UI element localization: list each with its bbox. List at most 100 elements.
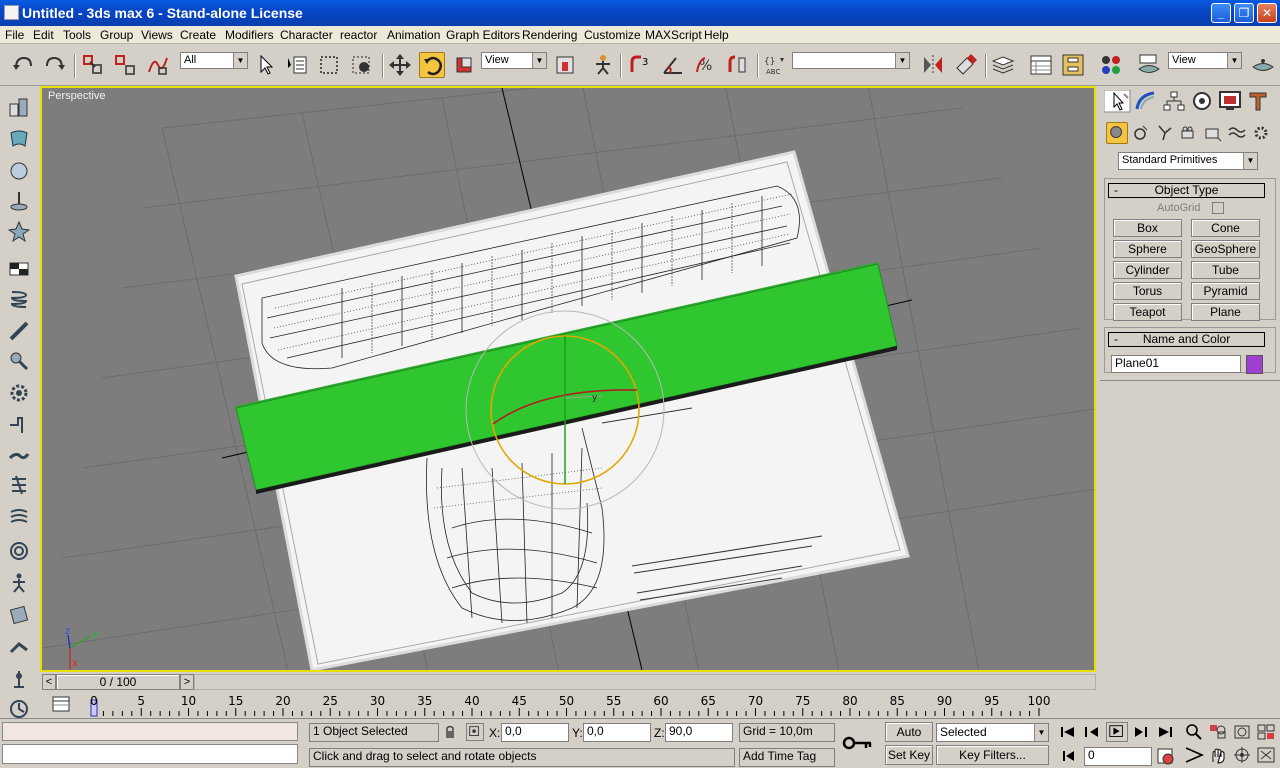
- selection-filter-dropdown[interactable]: All ▼: [180, 52, 248, 69]
- select-object-icon[interactable]: [253, 52, 279, 78]
- object-color-swatch[interactable]: [1246, 355, 1263, 374]
- curve-editor-icon[interactable]: [1028, 52, 1054, 78]
- pivot-icon[interactable]: [552, 52, 578, 78]
- absolute-mode-icon[interactable]: [466, 723, 484, 741]
- rope-collection-icon[interactable]: [8, 190, 30, 212]
- menu-animation[interactable]: Animation: [387, 28, 440, 42]
- select-link-icon[interactable]: [80, 52, 106, 78]
- ragdoll-icon[interactable]: [8, 540, 30, 562]
- spring-icon[interactable]: [8, 288, 30, 310]
- pan-icon[interactable]: [1208, 746, 1228, 764]
- object-type-header[interactable]: - Object Type: [1108, 183, 1265, 198]
- menu-create[interactable]: Create: [180, 28, 216, 42]
- menu-help[interactable]: Help: [704, 28, 729, 42]
- zoom-extents-icon[interactable]: [1232, 723, 1252, 741]
- window-crossing-icon[interactable]: [349, 52, 375, 78]
- play-icon[interactable]: [1106, 722, 1128, 742]
- redo-icon[interactable]: [42, 52, 68, 78]
- hinge-icon[interactable]: [8, 572, 30, 594]
- snap-3d-icon[interactable]: 3: [627, 52, 653, 78]
- layer-manager-icon[interactable]: [990, 52, 1016, 78]
- maximize-viewport-icon[interactable]: [1256, 746, 1276, 764]
- plane-icon[interactable]: [8, 258, 30, 280]
- time-slider-track[interactable]: [194, 674, 1096, 690]
- maxscript-listener-pink[interactable]: [2, 722, 298, 741]
- menu-customize[interactable]: Customize: [584, 28, 641, 42]
- next-frame-icon[interactable]: [1131, 724, 1151, 740]
- menu-file[interactable]: File: [5, 28, 24, 42]
- unlink-icon[interactable]: [112, 52, 138, 78]
- key-mode-dropdown[interactable]: Selected ▼: [936, 723, 1049, 742]
- helpers-category-icon[interactable]: [1203, 123, 1223, 143]
- lock-icon[interactable]: [443, 724, 457, 740]
- menu-group[interactable]: Group: [100, 28, 133, 42]
- current-frame-field[interactable]: 0: [1084, 747, 1152, 766]
- water-icon[interactable]: [8, 444, 30, 466]
- torus-button[interactable]: Torus: [1113, 282, 1182, 300]
- move-icon[interactable]: [387, 52, 413, 78]
- sphere-button[interactable]: Sphere: [1113, 240, 1182, 258]
- y-coord-field[interactable]: 0,0: [583, 723, 651, 742]
- previous-frame-icon[interactable]: [1082, 724, 1102, 740]
- time-slider-thumb[interactable]: 0 / 100: [56, 674, 180, 690]
- set-key-icon[interactable]: [842, 731, 874, 755]
- soft-body-collection-icon[interactable]: [8, 160, 30, 182]
- material-editor-icon[interactable]: [1098, 52, 1124, 78]
- bind-space-warp-icon[interactable]: [145, 52, 171, 78]
- point-to-point-icon[interactable]: [8, 604, 30, 626]
- geosphere-button[interactable]: GeoSphere: [1191, 240, 1260, 258]
- align-icon[interactable]: [953, 52, 979, 78]
- go-to-end-icon[interactable]: [1155, 724, 1175, 740]
- time-slider-next[interactable]: >: [180, 674, 194, 690]
- plane-button[interactable]: Plane: [1191, 303, 1260, 321]
- undo-icon[interactable]: [10, 52, 36, 78]
- category-dropdown[interactable]: Standard Primitives ▼: [1118, 152, 1258, 170]
- go-to-start-icon[interactable]: [1058, 724, 1078, 740]
- render-scene-icon[interactable]: [1136, 52, 1162, 78]
- systems-category-icon[interactable]: [1251, 123, 1271, 143]
- perspective-viewport[interactable]: Perspective y y z x: [40, 86, 1096, 672]
- angle-snap-icon[interactable]: [660, 52, 686, 78]
- hierarchy-tab-icon[interactable]: [1162, 90, 1186, 112]
- deforming-mesh-icon[interactable]: [8, 220, 30, 242]
- mini-curve-editor-icon[interactable]: [52, 696, 70, 712]
- menu-edit[interactable]: Edit: [33, 28, 54, 42]
- spinner-snap-icon[interactable]: [725, 52, 751, 78]
- menu-maxscript[interactable]: MAXScript: [645, 28, 702, 42]
- scale-icon[interactable]: [451, 52, 477, 78]
- motor-icon[interactable]: [8, 350, 30, 372]
- set-key-button[interactable]: Set Key: [885, 745, 933, 765]
- create-tab-icon[interactable]: [1106, 90, 1130, 112]
- auto-key-button[interactable]: Auto Key: [885, 722, 933, 757]
- geometry-category-icon[interactable]: [1106, 122, 1128, 144]
- motion-tab-icon[interactable]: [1190, 90, 1214, 112]
- cone-button[interactable]: Cone: [1191, 219, 1260, 237]
- maximize-button[interactable]: ❐: [1234, 3, 1254, 23]
- zoom-extents-all-icon[interactable]: [1256, 723, 1276, 741]
- pyramid-button[interactable]: Pyramid: [1191, 282, 1260, 300]
- zoom-icon[interactable]: [1184, 723, 1204, 741]
- teapot-button[interactable]: Teapot: [1113, 303, 1182, 321]
- utilities-tab-icon[interactable]: [1246, 90, 1270, 112]
- ref-coord-dropdown[interactable]: View ▼: [481, 52, 547, 69]
- menu-reactor[interactable]: reactor: [340, 28, 377, 42]
- toy-car-icon[interactable]: [8, 382, 30, 404]
- select-by-name-icon[interactable]: [284, 52, 310, 78]
- dashpot-icon[interactable]: [8, 320, 30, 342]
- edit-named-sel-icon[interactable]: {} ABC: [762, 52, 788, 78]
- lights-category-icon[interactable]: [1155, 123, 1175, 143]
- named-selection-dropdown[interactable]: ▼: [792, 52, 910, 69]
- car-wheel-icon[interactable]: [8, 668, 30, 690]
- key-mode-toggle-icon[interactable]: [1060, 748, 1080, 764]
- wind-icon[interactable]: [8, 474, 30, 496]
- object-name-field[interactable]: Plane01: [1111, 355, 1241, 373]
- rigid-body-collection-icon[interactable]: [8, 96, 30, 118]
- maxscript-listener-white[interactable]: [2, 744, 298, 764]
- menu-views[interactable]: Views: [141, 28, 173, 42]
- fracture-icon[interactable]: [8, 414, 30, 436]
- manipulate-icon[interactable]: [590, 52, 616, 78]
- constraint-solver-icon[interactable]: [8, 506, 30, 528]
- x-coord-field[interactable]: 0,0: [501, 723, 569, 742]
- autogrid-checkbox[interactable]: [1212, 202, 1224, 214]
- cameras-category-icon[interactable]: [1179, 123, 1199, 143]
